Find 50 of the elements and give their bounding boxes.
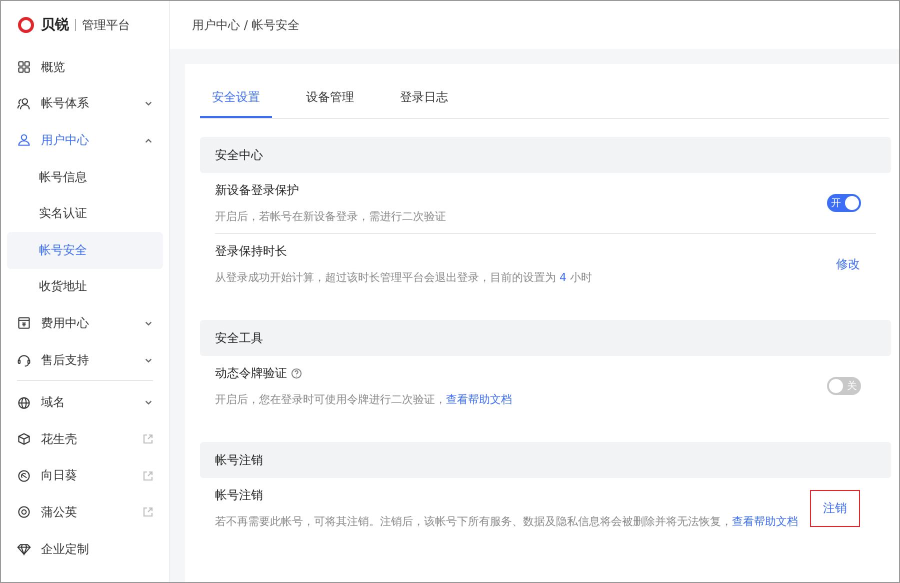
circle-icon xyxy=(17,468,31,483)
people-icon xyxy=(17,96,31,111)
receipt-icon xyxy=(17,316,31,330)
diamond-icon xyxy=(17,542,31,556)
sidebar-item[interactable]: 用户中心 xyxy=(1,122,169,159)
sidebar-item[interactable]: 向日葵 xyxy=(1,458,169,494)
deactivate-button[interactable]: 注销 xyxy=(810,490,860,526)
sidebar-subitem[interactable]: 实名认证 xyxy=(7,195,163,232)
tab[interactable]: 登录日志 xyxy=(388,81,460,118)
external-link-icon xyxy=(143,470,153,481)
external-link-icon xyxy=(143,434,153,444)
section-header: 帐号注销 xyxy=(200,442,891,478)
breadcrumb: 用户中心 / 帐号安全 xyxy=(192,16,300,34)
headset-icon xyxy=(17,353,31,368)
sidebar-item[interactable]: 企业定制 xyxy=(1,530,169,568)
section-header: 安全中心 xyxy=(200,137,891,173)
product-name: 管理平台 xyxy=(82,16,130,34)
sidebar-item[interactable]: 域名 xyxy=(1,384,169,421)
setting-title: 登录保持时长 xyxy=(215,243,287,260)
sidebar-subitem[interactable]: 帐号信息 xyxy=(7,158,163,196)
logo-icon xyxy=(17,16,35,34)
sidebar-item[interactable]: 帐号体系 xyxy=(1,86,169,122)
brand-name: 贝锐 xyxy=(41,16,69,34)
setting-description: 开启后，若帐号在新设备登录，需进行二次验证 xyxy=(215,210,446,223)
setting-title: 动态令牌验证 xyxy=(215,365,287,382)
sidebar-item[interactable]: 蒲公英 xyxy=(1,494,169,531)
setting-title: 帐号注销 xyxy=(215,487,263,504)
help-icon[interactable] xyxy=(291,368,302,379)
sidebar-item[interactable]: 概览 xyxy=(1,49,169,86)
sidebar-item[interactable]: 花生壳 xyxy=(1,420,169,458)
sidebar-subitem[interactable]: 帐号安全 xyxy=(7,232,163,269)
grid-icon xyxy=(17,60,31,74)
person-icon xyxy=(17,133,31,148)
help-link[interactable]: 查看帮助文档 xyxy=(732,515,798,528)
setting-title: 新设备登录保护 xyxy=(215,182,299,199)
sidebar-item[interactable]: 售后支持 xyxy=(1,342,169,378)
tab[interactable]: 设备管理 xyxy=(294,81,366,118)
setting-description: 若不再需要此帐号，可将其注销。注销后，该帐号下所有服务、数据及隐私信息将会被删除并将无法恢复，查看帮助文档 xyxy=(215,515,798,528)
setting-description: 开启后，您在登录时可使用令牌进行二次验证，查看帮助文档 xyxy=(215,393,512,406)
sidebar-item[interactable]: 费用中心 xyxy=(1,305,169,342)
toggle-switch[interactable]: 开 xyxy=(827,194,861,212)
setting-description: 从登录成功开始计算，超过该时长管理平台会退出登录，目前的设置为 4 小时 xyxy=(215,271,592,284)
globe-icon xyxy=(17,396,31,410)
edit-link[interactable]: 修改 xyxy=(836,256,860,272)
sidebar-subitem[interactable]: 收货地址 xyxy=(7,268,163,306)
help-link[interactable]: 查看帮助文档 xyxy=(446,393,512,406)
section-header: 安全工具 xyxy=(200,320,891,356)
external-link-icon xyxy=(143,507,153,518)
tab[interactable]: 安全设置 xyxy=(200,81,272,118)
cube-icon xyxy=(17,432,31,446)
